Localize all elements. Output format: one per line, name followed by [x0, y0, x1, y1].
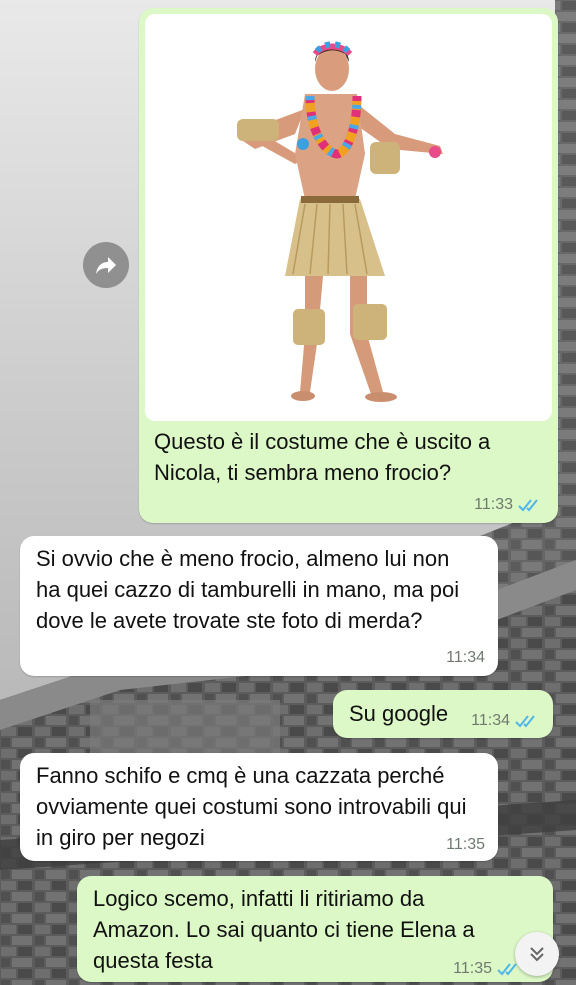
- message-text: Logico scemo, infatti li ritiriamo da Am…: [93, 886, 481, 973]
- message-time: 11:34: [471, 712, 510, 729]
- message-bubble-incoming[interactable]: Si ovvio che è meno frocio, almeno lui n…: [20, 536, 498, 676]
- message-time: 11:33: [474, 496, 513, 513]
- message-bubble-outgoing[interactable]: Su google 11:34: [333, 690, 553, 738]
- forward-button[interactable]: [83, 242, 129, 288]
- message-meta: 11:35: [453, 960, 523, 978]
- message-text: Su google: [349, 701, 449, 726]
- scroll-to-bottom-button[interactable]: [515, 932, 559, 976]
- message-bubble-outgoing[interactable]: Questo è il costume che è uscito a Nicol…: [139, 8, 558, 523]
- double-check-icon: [518, 499, 538, 512]
- message-bubble-incoming[interactable]: Fanno schifo e cmq è una cazzata perché …: [20, 753, 498, 861]
- double-chevron-down-icon: [530, 947, 544, 962]
- message-meta: 11:35: [446, 836, 485, 854]
- hawaiian-costume-figure: [237, 41, 443, 402]
- message-caption: Questo è il costume che è uscito a Nicol…: [154, 429, 497, 485]
- message-text: Fanno schifo e cmq è una cazzata perché …: [36, 763, 473, 850]
- double-check-icon: [515, 715, 535, 728]
- message-bubble-outgoing[interactable]: Logico scemo, infatti li ritiriamo da Am…: [77, 876, 553, 982]
- message-meta: 11:34: [446, 649, 485, 667]
- message-image[interactable]: [145, 14, 552, 421]
- message-text: Si ovvio che è meno frocio, almeno lui n…: [36, 546, 466, 633]
- message-time: 11:34: [446, 649, 485, 666]
- message-time: 11:35: [453, 960, 492, 977]
- forward-arrow-icon: [96, 257, 116, 274]
- message-time: 11:35: [446, 836, 485, 853]
- message-meta: 11:33: [474, 496, 544, 514]
- message-meta: 11:34: [471, 712, 541, 730]
